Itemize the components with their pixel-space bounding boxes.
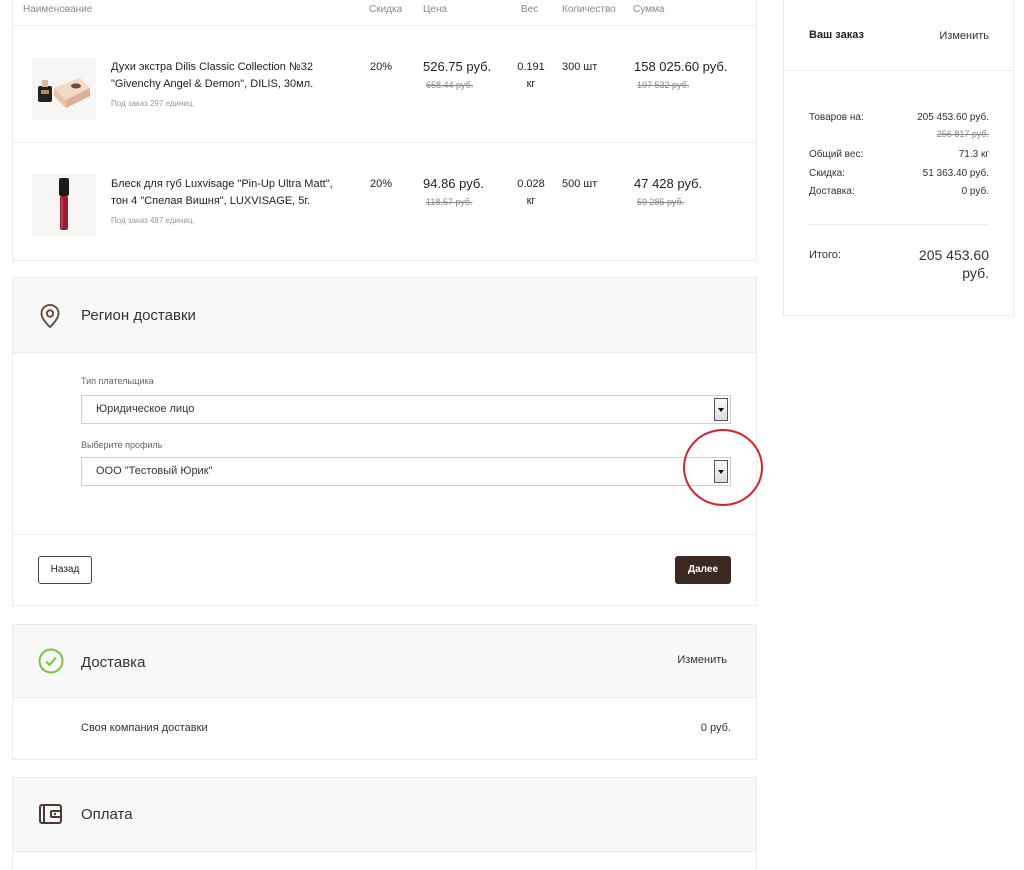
payer-type-value: Юридическое лицо [96, 403, 195, 415]
delivery-section-header: Доставка Изменить [13, 625, 756, 698]
col-header-sum: Сумма [633, 4, 665, 15]
col-header-price: Цена [423, 4, 448, 15]
profile-value: ООО "Тестовый Юрик" [96, 465, 213, 477]
sum-value: 47 428 руб. [634, 176, 703, 191]
payment-section-title: Оплата [81, 806, 133, 823]
discount-label: Скидка: [809, 168, 845, 179]
price-value: 526.75 руб. [423, 59, 492, 74]
col-header-weight: Вес [521, 4, 539, 15]
chevron-down-icon[interactable] [714, 460, 728, 483]
sum-value: 158 025.60 руб. [634, 59, 728, 74]
lip-gloss-product-image[interactable] [32, 174, 96, 236]
delivery-section: Доставка Изменить Своя компания доставки… [12, 624, 757, 760]
summary-title: Ваш заказ [809, 29, 864, 41]
col-header-qty: Количество [562, 4, 616, 15]
region-section-header: Регион доставки [13, 278, 756, 353]
old-price-value: 658.44 руб. [426, 80, 474, 90]
profile-label: Выберите профиль [81, 440, 163, 450]
total-value: 205 453.60 руб. [918, 247, 989, 281]
quantity-value: 300 шт [562, 61, 598, 73]
col-header-discount: Скидка [369, 4, 403, 15]
region-section-title: Регион доставки [81, 307, 196, 324]
summary-edit-link[interactable]: Изменить [939, 30, 989, 42]
delivery-label: Доставка: [809, 186, 855, 197]
delivery-edit-link[interactable]: Изменить [677, 654, 727, 666]
table-row: Блеск для губ Luxvisage "Pin-Up Ultra Ma… [13, 143, 756, 260]
payer-type-label: Тип плательщика [81, 376, 154, 386]
weight-value: 0.191 кг [517, 61, 545, 90]
product-name-link[interactable]: Духи экстра Dilis Classic Collection №32… [111, 59, 351, 93]
discount-value: 20% [370, 61, 393, 73]
weight-value: 71.3 кг [958, 149, 989, 160]
payer-type-select[interactable]: Юридическое лицо [81, 395, 731, 424]
stock-note: Под заказ 297 единиц. [111, 99, 195, 108]
profile-select[interactable]: ООО "Тестовый Юрик" [81, 457, 731, 486]
summary-header: Ваш заказ Изменить [784, 0, 1013, 71]
payment-section: Оплата [12, 777, 757, 870]
summary-divider [809, 224, 989, 225]
delivery-service-price: 0 руб. [700, 722, 731, 734]
next-button[interactable]: Далее [675, 556, 731, 584]
goods-old-value: 256 817 руб. [936, 129, 989, 139]
chevron-down-icon[interactable] [714, 398, 728, 421]
price-value: 94.86 руб. [423, 176, 484, 191]
payment-section-header: Оплата [13, 778, 756, 852]
discount-value: 51 363.40 руб. [922, 168, 989, 179]
delivery-section-title: Доставка [81, 654, 146, 671]
table-header: Наименование Скидка Цена Вес Количество … [13, 0, 756, 26]
col-header-name: Наименование [23, 4, 93, 15]
quantity-value: 500 шт [562, 178, 598, 190]
table-row: Духи экстра Dilis Classic Collection №32… [13, 26, 756, 143]
back-button[interactable]: Назад [38, 556, 92, 584]
check-circle-icon [38, 648, 64, 679]
delivery-value: 0 руб. [961, 186, 989, 197]
wallet-icon [38, 802, 64, 831]
weight-value: 0.028 кг [517, 178, 545, 207]
discount-value: 20% [370, 178, 393, 190]
stock-note: Под заказ 487 единиц. [111, 216, 195, 225]
basket-table: Наименование Скидка Цена Вес Количество … [12, 0, 757, 261]
weight-label: Общий вес: [809, 149, 864, 160]
total-label: Итого: [809, 249, 841, 261]
old-sum-value: 59 285 руб. [637, 197, 685, 207]
order-summary: Ваш заказ Изменить Товаров на: 205 453.6… [783, 0, 1014, 316]
region-divider [13, 534, 756, 535]
old-price-value: 118.57 руб. [426, 197, 473, 207]
product-name-link[interactable]: Блеск для губ Luxvisage "Pin-Up Ultra Ma… [111, 176, 351, 210]
goods-label: Товаров на: [809, 112, 864, 123]
old-sum-value: 197 532 руб. [637, 80, 690, 90]
region-section: Регион доставки Тип плательщика Юридичес… [12, 277, 757, 606]
location-pin-icon [38, 303, 62, 334]
goods-value: 205 453.60 руб. [917, 112, 989, 123]
delivery-service-name: Своя компания доставки [81, 722, 208, 734]
perfume-product-image[interactable] [32, 58, 96, 120]
